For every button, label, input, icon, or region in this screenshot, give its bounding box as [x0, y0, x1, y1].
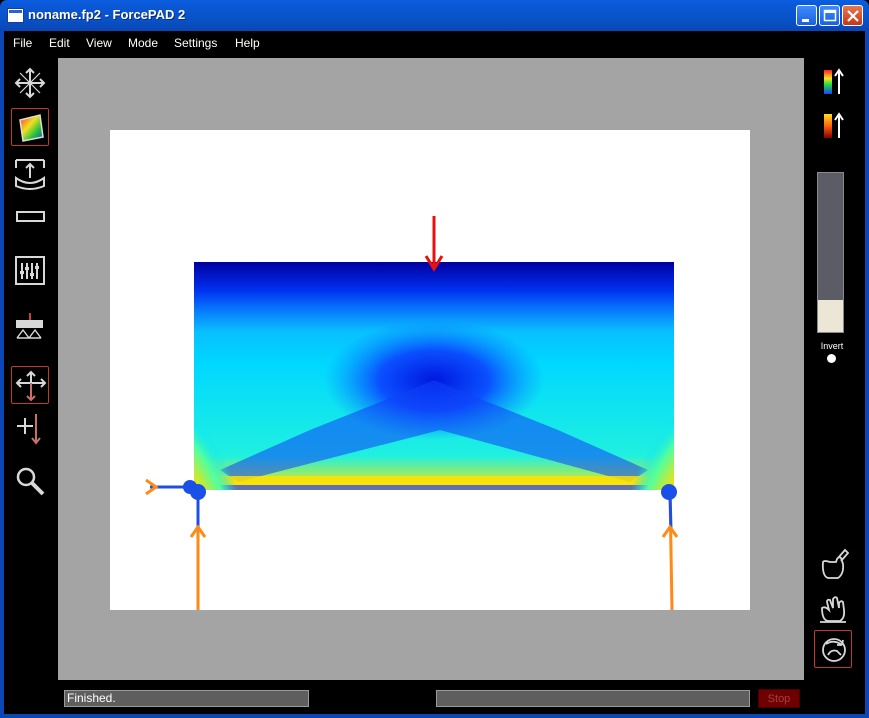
menu-settings-label: Settings: [174, 36, 218, 50]
menu-edit[interactable]: Edit: [49, 36, 70, 50]
window-frame-right: [865, 31, 869, 718]
app-icon: [7, 8, 24, 23]
scale-slider[interactable]: [817, 172, 844, 333]
force-arrow-icon: [17, 414, 41, 445]
app-window: noname.fp2 - ForcePAD 2 File Edit View M…: [0, 0, 869, 718]
invert-toggle[interactable]: [827, 354, 836, 363]
menu-settings[interactable]: Settings: [174, 36, 217, 50]
menu-file-label: File: [13, 36, 33, 50]
right-support[interactable]: [661, 484, 679, 611]
minimize-button[interactable]: [796, 5, 817, 26]
close-icon: [847, 10, 859, 22]
status-text: Finished.: [64, 690, 309, 707]
tool-color-scale-up[interactable]: [814, 64, 852, 102]
hand-paint-icon: [821, 548, 850, 579]
menu-mode-label: Mode: [128, 36, 159, 50]
load-arrow[interactable]: [424, 216, 444, 272]
rectangle-icon: [16, 211, 45, 222]
tool-grab-hand[interactable]: [814, 588, 852, 626]
support-beam-icon: [16, 313, 43, 340]
hand-grab-icon: [820, 596, 846, 623]
stress-plot[interactable]: [110, 130, 750, 611]
close-button[interactable]: [842, 5, 863, 26]
maximize-button[interactable]: [819, 5, 840, 26]
transform-arrows-icon: [14, 67, 46, 99]
window-title: noname.fp2 - ForcePAD 2: [28, 7, 186, 22]
move-arrows-icon: [15, 370, 47, 402]
title-bar[interactable]: noname.fp2 - ForcePAD 2: [0, 0, 869, 31]
scale-slider-fill: [818, 300, 843, 332]
stop-button[interactable]: Stop: [758, 689, 800, 708]
menu-edit-label: Edit: [49, 36, 70, 50]
design-paper[interactable]: [110, 130, 750, 611]
menu-view[interactable]: View: [86, 36, 112, 50]
tool-support[interactable]: [11, 310, 49, 348]
tool-paint-hand[interactable]: [814, 546, 852, 584]
tool-heat-scale-up[interactable]: [814, 108, 852, 146]
canvas-area[interactable]: [58, 58, 804, 680]
menu-help-label: Help: [235, 36, 260, 50]
tool-transform[interactable]: [11, 64, 49, 102]
maximize-icon: [823, 9, 837, 22]
tool-sliders[interactable]: [11, 252, 49, 290]
left-support[interactable]: [145, 478, 207, 610]
invert-label: Invert: [820, 341, 844, 351]
magnifier-icon: [16, 467, 45, 496]
heat-scale-up-icon: [824, 112, 844, 138]
menu-help[interactable]: Help: [235, 36, 260, 50]
color-scale-up-icon: [824, 68, 844, 94]
sliders-panel-icon: [15, 256, 45, 285]
color-square-icon: [19, 114, 44, 142]
progress-bar: [436, 690, 750, 707]
stretch-box-icon: [15, 159, 45, 190]
minimize-icon: [802, 19, 809, 22]
tool-rotate-hand[interactable]: [814, 630, 852, 668]
tool-rectangle[interactable]: [11, 198, 49, 236]
hand-rotate-icon: [822, 638, 846, 662]
menu-view-label: View: [86, 36, 112, 50]
tool-stretch[interactable]: [11, 154, 49, 192]
beam-body: [194, 262, 674, 490]
tool-move[interactable]: [11, 366, 49, 404]
tool-zoom[interactable]: [11, 462, 49, 500]
menu-bar: File Edit View Mode Settings Help: [4, 31, 865, 55]
menu-file[interactable]: File: [13, 36, 32, 50]
tool-force[interactable]: [11, 410, 49, 448]
window-frame-left: [0, 31, 4, 718]
window-frame-bottom: [0, 714, 869, 718]
tool-color-view[interactable]: [11, 108, 49, 146]
menu-mode[interactable]: Mode: [128, 36, 158, 50]
